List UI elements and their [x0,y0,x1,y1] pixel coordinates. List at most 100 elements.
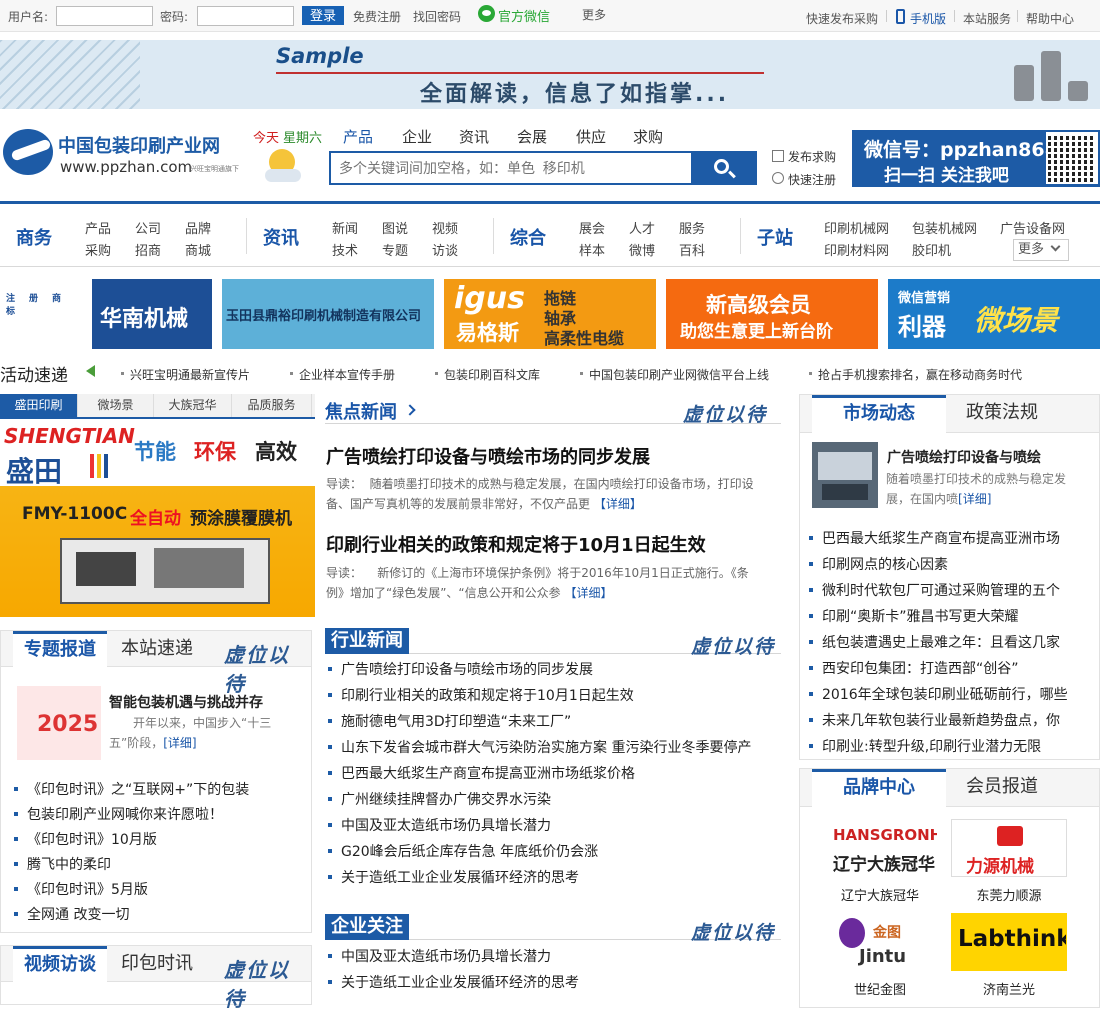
top-banner[interactable]: Sample 全面解读，信息了如指掌... [0,40,1100,109]
recover-password-link[interactable]: 找回密码 [413,8,461,25]
more-dropdown[interactable]: 更多 [1013,239,1069,261]
company-news-title[interactable]: 企业关注 [325,914,409,940]
register-link[interactable]: 免费注册 [353,8,401,25]
cat-item[interactable]: 采购 [85,240,111,259]
logo-icon[interactable] [3,129,53,175]
brand-card[interactable]: Labthink 济南兰光 [951,913,1067,998]
username-input[interactable] [56,6,153,26]
tab-shengtian[interactable]: 盛田印刷 [0,394,78,417]
tab-site-express[interactable]: 本站速递 [109,631,205,668]
list-item[interactable]: 全网通 改变一切 [13,904,303,929]
ticker-item[interactable]: 企业样本宣传手册 [289,366,395,383]
site-services-link[interactable]: 本站服务 [963,10,1011,27]
market-feature-title[interactable]: 广告喷绘打印设备与喷绘 [887,447,1041,467]
cat-head-business[interactable]: 商务 [16,224,52,250]
cat-item[interactable]: 印刷材料网 [824,240,889,259]
ad-weichangjing[interactable]: 微信营销 利器 微场景 [888,279,1100,349]
quick-register-link[interactable]: 快速注册 [788,171,836,188]
list-item[interactable]: 包装印刷产业网喊你来许愿啦！ [13,804,303,829]
brand-card[interactable]: 力源机械 东莞力顺源 [951,819,1067,904]
ad-huanan[interactable]: 注册商标 华南机械 [0,279,212,349]
list-item[interactable]: 印刷网点的核心因素 [808,554,1088,580]
list-item[interactable]: 山东下发省会城市群大气污染防治实施方案 重污染行业冬季要停产 [327,737,777,763]
headline-2[interactable]: 印刷行业相关的政策和规定将于10月1日起生效 [326,531,706,557]
cat-item[interactable]: 微博 [629,240,655,259]
feature-more-link[interactable]: [详细] [958,492,991,506]
nav-tab-expo[interactable]: 会展 [517,126,547,147]
official-wechat-link[interactable]: 官方微信 [498,6,550,25]
headline-1[interactable]: 广告喷绘打印设备与喷绘市场的同步发展 [326,443,650,469]
list-item[interactable]: 中国及亚太造纸市场仍具增长潜力 [327,946,777,972]
ad-igus[interactable]: igus 易格斯 拖链 轴承 高柔性电缆 [444,279,656,349]
placeholder-ad[interactable]: 虚位以待 [691,918,775,945]
tab-quality[interactable]: 品质服务 [232,394,312,417]
tab-news-digest[interactable]: 印包时讯 [109,946,205,983]
feature-image[interactable]: 2025 [17,686,101,760]
placeholder-ad[interactable]: 虚位以待 [224,954,311,1012]
list-item[interactable]: 广州继续挂牌督办广佛交界水污染 [327,789,777,815]
cat-item[interactable]: 广告设备网 [1000,218,1065,237]
list-item[interactable]: 广告喷绘打印设备与喷绘市场的同步发展 [327,659,777,685]
password-input[interactable] [197,6,294,26]
cat-item[interactable]: 公司 [135,218,161,237]
ad-dingyu[interactable]: 玉田县鼎裕印刷机械制造有限公司 [222,279,434,349]
cat-item[interactable]: 商城 [185,240,211,259]
list-item[interactable]: 施耐德电气用3D打印塑造“未来工厂” [327,711,777,737]
nav-tab-news[interactable]: 资讯 [459,126,489,147]
login-button[interactable]: 登录 [302,6,344,25]
list-item[interactable]: 西安印包集团：打造西部“创谷” [808,658,1088,684]
help-center-link[interactable]: 帮助中心 [1026,10,1074,27]
tab-brand-center[interactable]: 品牌中心 [812,769,946,808]
ad-premium-member[interactable]: 新高级会员 助您生意更上新台阶 [666,279,878,349]
list-item[interactable]: 印刷行业相关的政策和规定将于10月1日起生效 [327,685,777,711]
cat-item[interactable]: 产品 [85,218,111,237]
cat-head-news[interactable]: 资讯 [263,224,299,250]
ticker-item[interactable]: 抢占手机搜索排名，赢在移动商务时代 [808,366,1022,383]
ticker-item[interactable]: 兴旺宝明通最新宣传片 [120,366,250,383]
list-item[interactable]: 《印包时讯》5月版 [13,879,303,904]
ticker-item[interactable]: 中国包装印刷产业网微信平台上线 [579,366,769,383]
more-link[interactable]: 更多 [582,6,606,23]
ticker-item[interactable]: 包装印刷百科文库 [434,366,540,383]
list-item[interactable]: 巴西最大纸浆生产商宣布提高亚洲市场 [808,528,1088,554]
nav-tab-buying[interactable]: 求购 [633,126,663,147]
mobile-link[interactable]: 手机版 [910,10,946,27]
nav-tab-products[interactable]: 产品 [343,126,373,147]
list-item[interactable]: 《印包时讯》之“互联网+”下的包装 [13,779,303,804]
cat-item[interactable]: 展会 [579,218,605,237]
tab-dazu[interactable]: 大族冠华 [154,394,232,417]
feature-title[interactable]: 智能包装机遇与挑战并存 [109,692,263,712]
more-link[interactable]: 【详细】 [594,497,642,511]
list-item[interactable]: 未来几年软包装行业最新趋势盘点，你 [808,710,1088,736]
placeholder-ad[interactable]: 虚位以待 [683,400,767,427]
list-item[interactable]: 巴西最大纸浆生产商宣布提高亚洲市场纸浆价格 [327,763,777,789]
cat-item[interactable]: 胶印机 [912,240,951,259]
tab-policy[interactable]: 政策法规 [946,395,1058,433]
placeholder-ad[interactable]: 虚位以待 [224,639,311,697]
cat-head-general[interactable]: 综合 [510,224,546,250]
more-link[interactable]: 【详细】 [564,586,612,600]
list-item[interactable]: 中国及亚太造纸市场仍具增长潜力 [327,815,777,841]
search-button[interactable] [691,151,757,185]
cat-item[interactable]: 包装机械网 [912,218,977,237]
market-feature-image[interactable] [812,442,878,508]
list-item[interactable]: 印刷“奥斯卡”雅昌书写更大荣耀 [808,606,1088,632]
cat-item[interactable]: 招商 [135,240,161,259]
tab-video-interview[interactable]: 视频访谈 [13,946,107,983]
list-item[interactable]: 关于造纸工业企业发展循环经济的思考 [327,867,777,893]
list-item[interactable]: 《印包时讯》10月版 [13,829,303,854]
list-item[interactable]: 微利时代软包厂可通过采购管理的五个 [808,580,1088,606]
tab-special-report[interactable]: 专题报道 [13,631,107,668]
cat-item[interactable]: 新闻 [332,218,358,237]
brand-card[interactable]: HANSGRONHL 辽宁大族冠华 辽宁大族冠华 [822,819,938,904]
placeholder-ad[interactable]: 虚位以待 [691,632,775,659]
cat-head-subsites[interactable]: 子站 [757,224,793,250]
search-input[interactable] [329,151,692,185]
industry-news-title[interactable]: 行业新闻 [325,628,409,654]
focus-news-title[interactable]: 焦点新闻 [325,398,397,424]
cat-item[interactable]: 印刷机械网 [824,218,889,237]
laminator-ad[interactable]: FMY-1100C 全自动 预涂膜覆膜机 [0,486,315,617]
cat-item[interactable]: 技术 [332,240,358,259]
list-item[interactable]: 印刷业:转型升级,印刷行业潜力无限 [808,736,1088,762]
tab-member-report[interactable]: 会员报道 [946,769,1058,807]
